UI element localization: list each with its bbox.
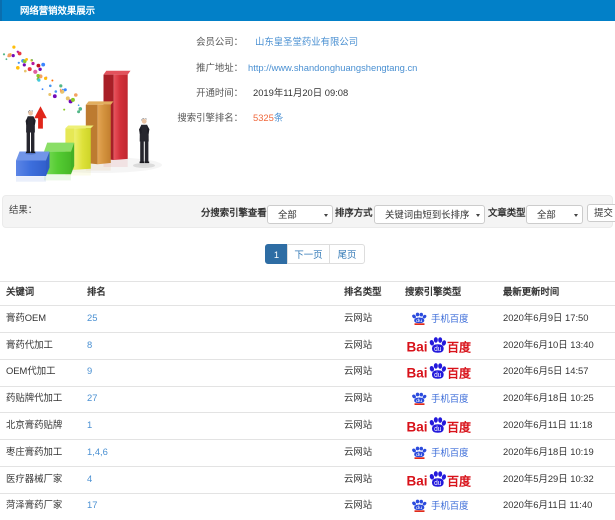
svg-text:du: du <box>416 452 422 457</box>
svg-text:du: du <box>416 398 422 403</box>
svg-text:Bai: Bai <box>407 339 428 354</box>
svg-text:du: du <box>416 318 422 323</box>
svg-text:百度: 百度 <box>447 473 472 488</box>
svg-text:Bai: Bai <box>407 419 428 434</box>
svg-text:百度: 百度 <box>447 366 472 381</box>
svg-text:du: du <box>434 425 442 432</box>
svg-text:手机百度: 手机百度 <box>431 447 469 458</box>
svg-text:du: du <box>434 479 442 486</box>
svg-text:百度: 百度 <box>447 419 472 434</box>
svg-text:百度: 百度 <box>447 339 472 354</box>
svg-text:Bai: Bai <box>407 473 428 488</box>
svg-text:du: du <box>434 345 442 352</box>
svg-text:Bai: Bai <box>407 366 428 381</box>
svg-text:du: du <box>416 505 422 510</box>
svg-text:手机百度: 手机百度 <box>431 313 469 324</box>
svg-text:du: du <box>434 372 442 379</box>
svg-text:手机百度: 手机百度 <box>431 393 469 404</box>
svg-text:手机百度: 手机百度 <box>431 500 469 511</box>
